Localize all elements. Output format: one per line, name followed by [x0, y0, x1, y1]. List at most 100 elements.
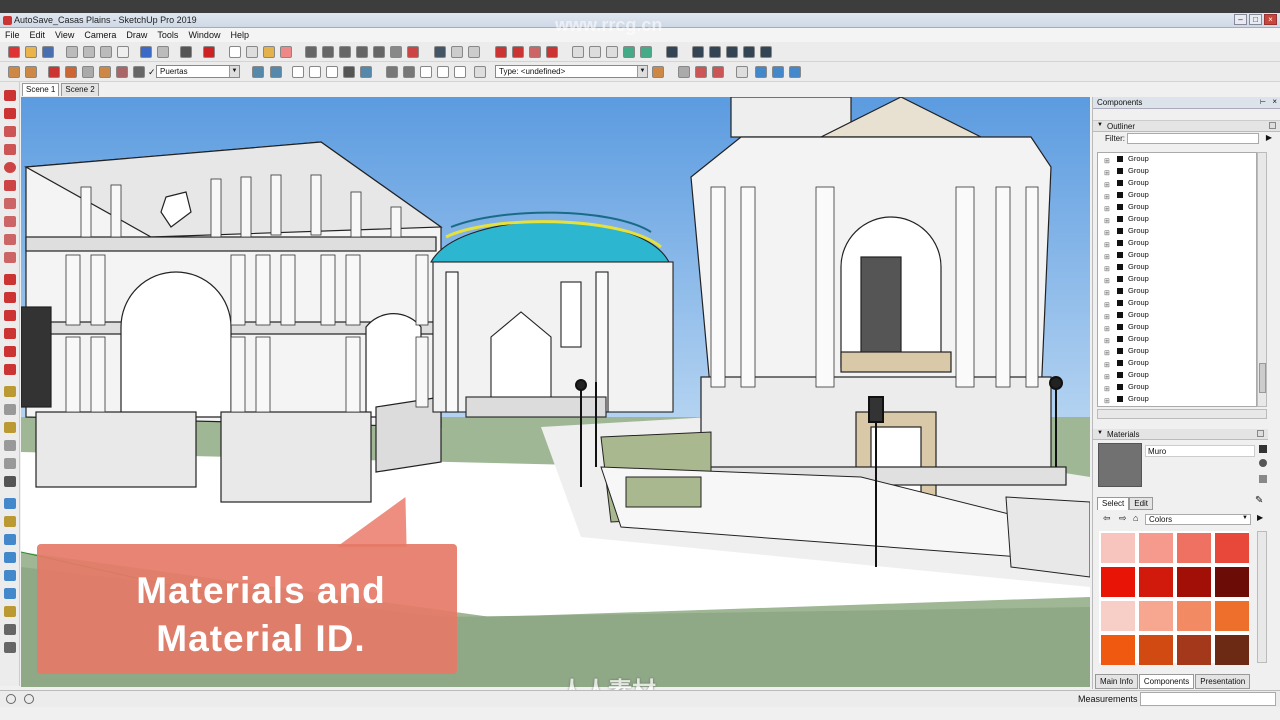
menu-tools[interactable]: Tools [152, 28, 183, 42]
color-swatch[interactable] [1215, 567, 1249, 597]
tab-scene-1[interactable]: Scene 1 [22, 83, 60, 96]
tab-scene-2[interactable]: Scene 2 [61, 83, 99, 96]
details-arrow-icon[interactable]: ▶ [1257, 513, 1263, 522]
expand-icon[interactable]: ⊞ [1104, 396, 1110, 406]
outliner-scrollbar[interactable] [1257, 152, 1267, 407]
outliner-row[interactable]: ⊞ Group [1098, 165, 1256, 177]
view-back-icon[interactable] [326, 66, 338, 78]
outliner-row[interactable]: ⊞ Group [1098, 225, 1256, 237]
outliner-header[interactable]: Outliner [1093, 121, 1280, 132]
two-point-arc-icon[interactable] [4, 216, 16, 227]
style-wireframe-icon[interactable] [82, 66, 94, 78]
save-icon[interactable] [42, 46, 54, 58]
close-button[interactable]: × [1264, 14, 1277, 25]
open-icon[interactable] [25, 46, 37, 58]
outliner-row[interactable]: ⊞ Group [1098, 393, 1256, 405]
instructor-icon[interactable] [24, 694, 34, 704]
color-swatch[interactable] [1139, 533, 1173, 563]
color-swatch[interactable] [1101, 635, 1135, 665]
split-icon[interactable] [474, 66, 486, 78]
view-right-icon[interactable] [309, 66, 321, 78]
previous-tool-icon[interactable] [4, 588, 16, 599]
materials-close-icon[interactable] [1257, 430, 1264, 437]
walk-tool-icon[interactable] [4, 642, 16, 653]
undo-icon[interactable] [140, 46, 152, 58]
menu-draw[interactable]: Draw [121, 28, 152, 42]
arc-tool-icon[interactable] [4, 198, 16, 209]
sample-paint-icon[interactable] [1259, 475, 1267, 483]
section-plane-icon[interactable] [434, 46, 446, 58]
outliner-row[interactable]: ⊞ Group [1098, 333, 1256, 345]
color-swatch[interactable] [1101, 601, 1135, 631]
offset-tool-icon[interactable] [4, 364, 16, 375]
zoom-icon[interactable] [339, 46, 351, 58]
view-front-icon[interactable] [292, 66, 304, 78]
home-icon[interactable]: ⌂ [1133, 513, 1138, 523]
move-tool-icon[interactable] [4, 274, 16, 285]
pie-tool-icon[interactable] [4, 252, 16, 263]
menu-edit[interactable]: Edit [25, 28, 51, 42]
smoove-icon[interactable] [726, 46, 738, 58]
color-swatch[interactable] [1101, 567, 1135, 597]
geo-location-icon[interactable] [6, 694, 16, 704]
outer-shell-icon[interactable] [386, 66, 398, 78]
tab-components[interactable]: Components [1138, 674, 1195, 689]
menu-view[interactable]: View [50, 28, 79, 42]
dimension-tool-icon[interactable] [4, 404, 16, 415]
pan-tool-icon[interactable] [4, 516, 16, 527]
eyedropper-icon[interactable]: ✎ [1255, 495, 1263, 506]
scroll-thumb[interactable] [1259, 363, 1266, 393]
outliner-row[interactable]: ⊞ Group [1098, 213, 1256, 225]
rotated-rect-tool-icon[interactable] [4, 144, 16, 155]
layout-icon[interactable] [666, 46, 678, 58]
rotate-tool-icon[interactable] [4, 310, 16, 321]
three-point-arc-icon[interactable] [4, 234, 16, 245]
menu-window[interactable]: Window [183, 28, 225, 42]
zoom-tool-icon[interactable] [4, 534, 16, 545]
materials-header[interactable]: Materials [1093, 429, 1268, 440]
component-attributes-icon[interactable] [712, 66, 724, 78]
layer-select[interactable]: Puertas ▼ [156, 65, 240, 78]
color-swatch[interactable] [1177, 533, 1211, 563]
walk-icon[interactable] [451, 46, 463, 58]
outliner-hscrollbar[interactable] [1097, 409, 1267, 419]
view-top-icon[interactable] [270, 66, 282, 78]
position-camera-icon[interactable] [772, 66, 784, 78]
rectangle-tool-icon[interactable] [4, 126, 16, 137]
solid-inspector-icon[interactable] [755, 66, 767, 78]
outliner-row[interactable]: ⊞ Group [1098, 285, 1256, 297]
style-textured-icon[interactable] [116, 66, 128, 78]
globe-icon[interactable] [640, 46, 652, 58]
type-select[interactable]: Type: <undefined> ▼ [495, 65, 648, 78]
swatch-scrollbar[interactable] [1257, 531, 1267, 663]
pin-icon[interactable]: ⊢ [1260, 98, 1266, 106]
look-around-icon[interactable] [468, 46, 480, 58]
cut-icon[interactable] [66, 46, 78, 58]
paste-icon[interactable] [100, 46, 112, 58]
maximize-button[interactable]: □ [1249, 14, 1262, 25]
create-material-icon[interactable] [1259, 459, 1267, 467]
tab-main-info[interactable]: Main Info [1095, 674, 1138, 689]
dynamic-component-icon[interactable] [678, 66, 690, 78]
line-tool-icon[interactable] [4, 90, 16, 101]
color-swatch[interactable] [1139, 635, 1173, 665]
photo-texture-icon[interactable] [606, 46, 618, 58]
style-shaded-icon[interactable] [99, 66, 111, 78]
text-tool-icon[interactable] [4, 440, 16, 451]
outliner-row[interactable]: ⊞ Group [1098, 321, 1256, 333]
push-pull-tool-icon[interactable] [4, 292, 16, 303]
eraser-icon[interactable] [280, 46, 292, 58]
view-left-icon[interactable] [343, 66, 355, 78]
union-icon[interactable] [420, 66, 432, 78]
outliner-row[interactable]: ⊞ Group [1098, 345, 1256, 357]
share-model-icon[interactable] [512, 46, 524, 58]
filter-input[interactable] [1127, 133, 1259, 144]
model-info-icon[interactable] [203, 46, 215, 58]
classifier-icon[interactable] [652, 66, 664, 78]
new-icon[interactable] [8, 46, 20, 58]
outliner-row[interactable]: ⊞ Group [1098, 357, 1256, 369]
position-camera-tool-icon[interactable] [4, 606, 16, 617]
component-options-icon[interactable] [695, 66, 707, 78]
color-swatch[interactable] [1139, 601, 1173, 631]
outliner-row[interactable]: ⊞ Group [1098, 261, 1256, 273]
